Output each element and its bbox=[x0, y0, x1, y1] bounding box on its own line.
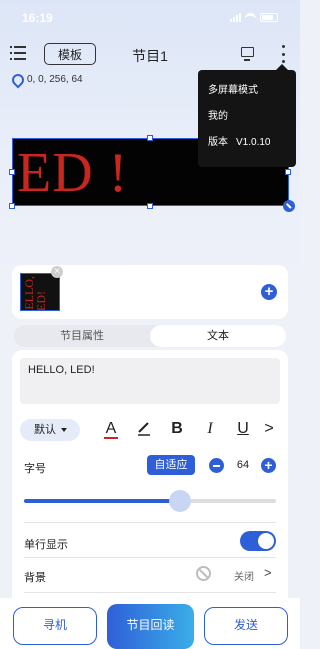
menu-item-mine[interactable]: 我的 bbox=[208, 110, 296, 136]
decrease-size-button[interactable] bbox=[209, 458, 224, 473]
highlight-pen-icon[interactable] bbox=[134, 418, 154, 442]
coordinate-values: 0, 0, 256, 64 bbox=[27, 74, 83, 85]
wifi-icon bbox=[245, 13, 256, 22]
monitor-icon[interactable] bbox=[241, 47, 254, 61]
add-program-button[interactable]: + bbox=[261, 284, 277, 300]
send-button[interactable]: 发送 bbox=[204, 607, 288, 645]
battery-icon bbox=[260, 13, 278, 22]
auto-fit-button[interactable]: 自适应 bbox=[147, 455, 195, 475]
underline-button[interactable]: U bbox=[233, 418, 253, 442]
find-device-button[interactable]: 寻机 bbox=[13, 607, 97, 645]
resize-handle-right[interactable] bbox=[285, 169, 291, 175]
tab-bar: 节目属性 文本 bbox=[14, 325, 286, 347]
chevron-right-icon[interactable]: > bbox=[259, 418, 279, 442]
background-label: 背景 bbox=[24, 572, 46, 584]
resize-handle-top[interactable] bbox=[147, 135, 153, 141]
menu-item-version[interactable]: 版本 V1.0.10 bbox=[208, 136, 296, 162]
template-button[interactable]: 模板 bbox=[44, 43, 96, 65]
italic-button[interactable]: I bbox=[200, 418, 220, 442]
resize-handle-left[interactable] bbox=[9, 169, 15, 175]
single-line-toggle[interactable] bbox=[240, 531, 276, 551]
program-read-back-button[interactable]: 节目回读 bbox=[107, 604, 194, 649]
status-bar: 16:19 bbox=[0, 0, 300, 34]
tab-text[interactable]: 文本 bbox=[150, 325, 286, 347]
list-menu-icon[interactable] bbox=[10, 46, 26, 60]
divider bbox=[24, 522, 276, 523]
led-preview-text: ED ! bbox=[17, 142, 129, 204]
font-size-label: 字号 bbox=[24, 463, 46, 475]
single-line-label: 单行显示 bbox=[24, 539, 68, 551]
increase-size-button[interactable]: + bbox=[261, 458, 276, 473]
status-icons bbox=[230, 13, 278, 22]
text-content-input[interactable]: HELLO, LED! bbox=[20, 358, 280, 404]
options-dropdown-menu: 多屏幕模式 我的 版本 V1.0.10 bbox=[198, 64, 296, 167]
close-icon[interactable]: × bbox=[51, 266, 63, 278]
scale-handle-icon[interactable] bbox=[283, 200, 295, 212]
divider bbox=[24, 592, 276, 593]
font-size-slider-fill bbox=[24, 499, 181, 503]
font-select[interactable]: 默认 bbox=[20, 419, 80, 441]
text-color-icon[interactable]: A bbox=[101, 418, 121, 442]
chevron-right-icon[interactable]: > bbox=[264, 565, 272, 580]
location-pin-icon bbox=[12, 74, 21, 85]
more-vertical-icon[interactable] bbox=[280, 45, 286, 63]
signal-icon bbox=[230, 13, 241, 22]
ban-icon[interactable] bbox=[196, 566, 211, 581]
divider bbox=[24, 557, 276, 558]
resize-handle-bottom[interactable] bbox=[147, 203, 153, 209]
menu-item-multi-screen[interactable]: 多屏幕模式 bbox=[208, 84, 296, 110]
background-value: 关闭 bbox=[234, 572, 254, 583]
program-thumbnail[interactable]: HELLO, LED! bbox=[20, 273, 60, 311]
thumbnail-text: HELLO, LED! bbox=[22, 276, 48, 311]
font-size-value: 64 bbox=[236, 459, 250, 471]
bold-button[interactable]: B bbox=[167, 418, 187, 442]
coordinate-readout: 0, 0, 256, 64 bbox=[12, 74, 83, 85]
resize-handle-bottom-left[interactable] bbox=[9, 203, 15, 209]
tab-program-properties[interactable]: 节目属性 bbox=[14, 325, 150, 347]
status-time: 16:19 bbox=[22, 11, 53, 25]
font-toolbar: 默认 A B I U > bbox=[0, 418, 300, 444]
